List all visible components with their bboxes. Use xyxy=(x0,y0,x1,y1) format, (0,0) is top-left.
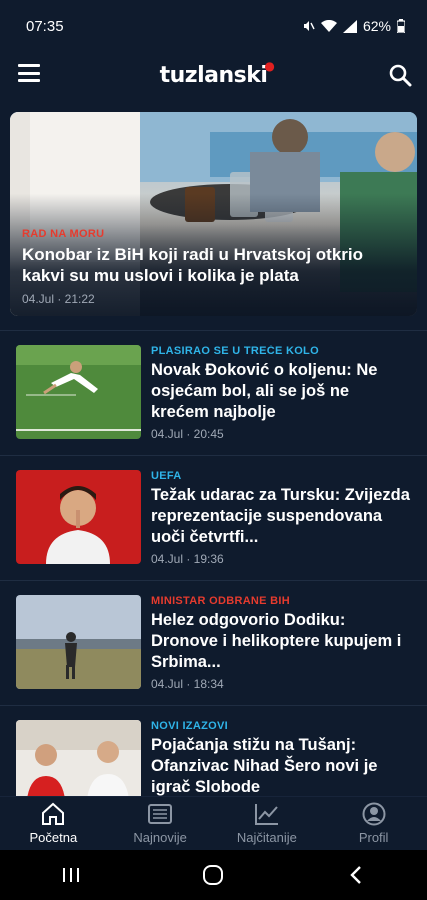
app-bar: tuzlanski ● xyxy=(0,52,427,98)
article-thumbnail xyxy=(16,345,141,439)
article-thumbnail xyxy=(16,470,141,564)
news-icon xyxy=(148,804,173,824)
hero-article[interactable]: RAD NA MORU Konobar iz BiH koji radi u H… xyxy=(10,112,417,316)
hero-date: 04.Jul · 21:22 xyxy=(22,292,95,306)
article-title: Pojačanja stižu na Tušanj: Ofanzivac Nih… xyxy=(151,736,378,796)
status-icons: 62% xyxy=(301,18,405,34)
nav-label: Najčitanije xyxy=(236,830,297,845)
article-row[interactable]: NOVI IZAZOVI Pojačanja stižu na Tušanj: … xyxy=(0,705,427,796)
nav-label: Najnovije xyxy=(133,830,187,845)
search-icon[interactable] xyxy=(387,62,413,88)
wifi-icon xyxy=(320,19,337,32)
mute-icon xyxy=(303,21,315,31)
trending-icon xyxy=(254,804,278,825)
article-title: Težak udarac za Tursku: Zvijezda repreze… xyxy=(151,486,410,546)
status-time: 07:35 xyxy=(26,17,64,35)
app-logo[interactable]: tuzlanski ● xyxy=(160,59,275,88)
battery-icon xyxy=(397,19,405,33)
article-title: Helez odgovorio Dodiku: Dronove i heliko… xyxy=(151,611,402,671)
article-info: PLASIRAO SE U TREĆE KOLO Novak Đoković o… xyxy=(151,345,411,441)
bottom-navigation: Početna Najnovije Najčitanije Profil xyxy=(0,796,427,850)
system-navigation-bar xyxy=(0,850,427,900)
article-date: 04.Jul · 19:36 xyxy=(151,552,224,566)
recent-apps-icon[interactable] xyxy=(51,855,91,895)
status-bar: 07:35 62% xyxy=(0,0,427,52)
hero-category: RAD NA MORU xyxy=(22,228,105,240)
article-info: UEFA Težak udarac za Tursku: Zvijezda re… xyxy=(151,470,411,566)
nav-label: Profil xyxy=(358,830,389,845)
article-info: MINISTAR ODBRANE BIH Helez odgovorio Dod… xyxy=(151,595,411,691)
signal-icon xyxy=(342,19,357,33)
article-category: MINISTAR ODBRANE BIH xyxy=(151,595,291,607)
nav-item-najnovije[interactable]: Najnovije xyxy=(115,802,205,845)
home-button-icon[interactable] xyxy=(193,855,233,895)
article-category: UEFA xyxy=(151,470,182,482)
hero-text: RAD NA MORU Konobar iz BiH koji radi u H… xyxy=(22,228,405,306)
article-row[interactable]: PLASIRAO SE U TREĆE KOLO Novak Đoković o… xyxy=(0,330,427,455)
article-category: NOVI IZAZOVI xyxy=(151,720,228,732)
hero-title: Konobar iz BiH koji radi u Hrvatskoj otk… xyxy=(22,245,363,285)
back-icon[interactable] xyxy=(336,855,376,895)
nav-item-profil[interactable]: Profil xyxy=(329,802,419,845)
article-thumbnail xyxy=(16,720,141,796)
article-thumbnail xyxy=(16,595,141,689)
battery-percent: 62% xyxy=(362,18,391,34)
profile-icon xyxy=(362,802,386,826)
article-date: 04.Jul · 20:45 xyxy=(151,427,224,441)
hamburger-menu-icon[interactable] xyxy=(18,64,40,82)
news-feed[interactable]: RAD NA MORU Konobar iz BiH koji radi u H… xyxy=(0,112,427,796)
article-row[interactable]: MINISTAR ODBRANE BIH Helez odgovorio Dod… xyxy=(0,580,427,705)
nav-item-najcitanije[interactable]: Najčitanije xyxy=(222,802,312,845)
article-row[interactable]: UEFA Težak udarac za Tursku: Zvijezda re… xyxy=(0,455,427,580)
nav-label: Početna xyxy=(29,830,78,845)
logo-mark: ● xyxy=(264,58,275,73)
article-category: PLASIRAO SE U TREĆE KOLO xyxy=(151,345,319,357)
article-title: Novak Đoković o koljenu: Ne osjećam bol,… xyxy=(151,361,378,421)
article-info: NOVI IZAZOVI Pojačanja stižu na Tušanj: … xyxy=(151,720,411,796)
home-icon xyxy=(42,802,65,825)
article-date: 04.Jul · 18:34 xyxy=(151,677,224,691)
nav-item-pocetna[interactable]: Početna xyxy=(8,802,98,845)
